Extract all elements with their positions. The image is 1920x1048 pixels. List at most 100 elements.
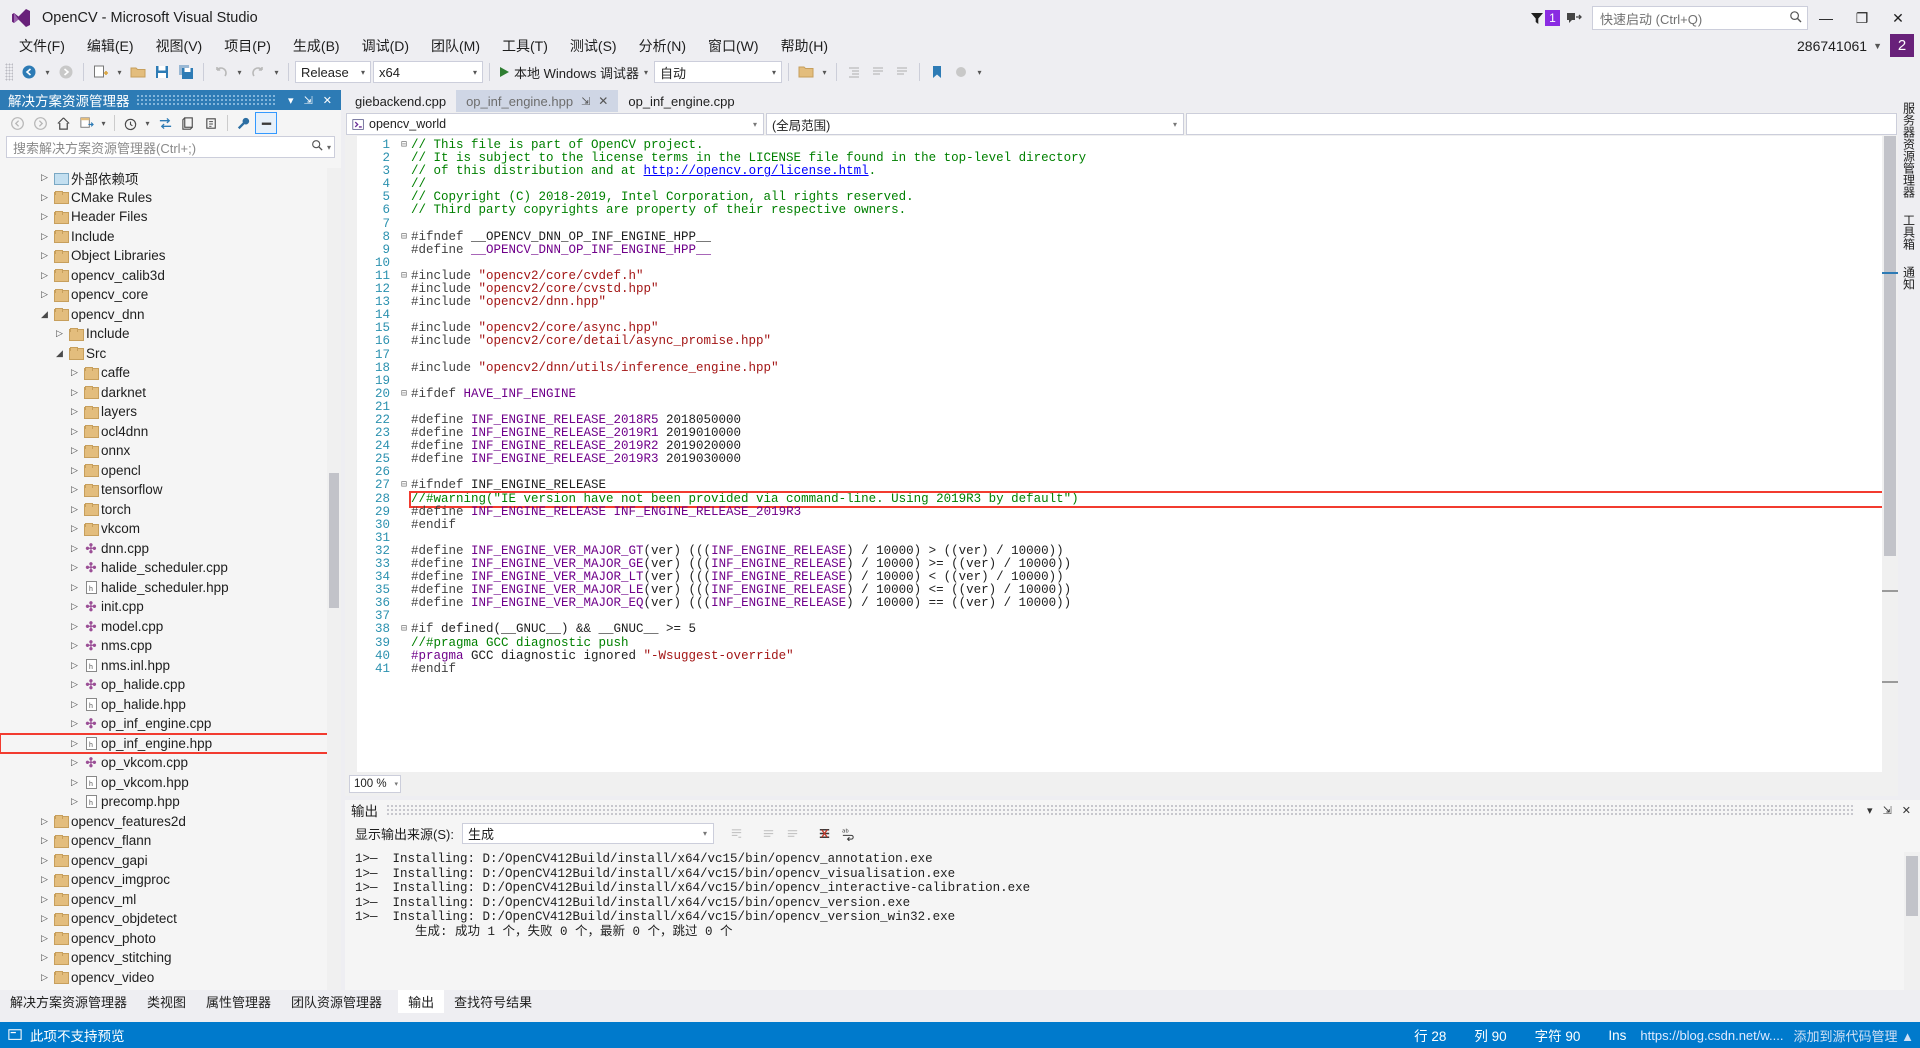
fold-marker-icon[interactable] (397, 466, 411, 479)
menu-debug[interactable]: 调试(D) (351, 34, 420, 58)
tree-node-tensorflow[interactable]: ▷ tensorflow (0, 480, 341, 500)
fold-marker-icon[interactable] (397, 152, 411, 165)
twisty-collapsed-icon[interactable]: ▷ (68, 621, 81, 632)
twisty-collapsed-icon[interactable]: ▷ (68, 640, 81, 651)
navigate-back-dropdown-icon[interactable]: ▾ (42, 61, 53, 83)
send-feedback-icon[interactable] (1566, 11, 1582, 25)
bottom-tab-solution-explorer[interactable]: 解决方案资源管理器 (0, 990, 137, 1013)
chevron-down-icon[interactable]: ▾ (358, 68, 368, 77)
fold-marker-icon[interactable] (397, 178, 411, 191)
undo-dropdown-icon[interactable]: ▾ (234, 61, 245, 83)
search-icon[interactable] (311, 139, 324, 155)
code-line-19[interactable]: 19 (345, 374, 1898, 388)
solution-explorer-scrollbar[interactable] (327, 168, 341, 990)
fold-marker-icon[interactable] (397, 362, 411, 375)
toggle-bookmark-icon[interactable] (926, 61, 948, 83)
avatar[interactable]: 2 (1890, 33, 1914, 58)
home-icon[interactable] (52, 112, 74, 134)
tree-node-opencv-photo[interactable]: ▷ opencv_photo (0, 929, 341, 949)
code-line-30[interactable]: 30 #endif (345, 518, 1898, 532)
navigate-back-icon[interactable] (18, 61, 40, 83)
twisty-collapsed-icon[interactable]: ▷ (38, 816, 51, 827)
menu-analyze[interactable]: 分析(N) (628, 34, 697, 58)
fold-marker-icon[interactable]: ⊟ (397, 623, 411, 636)
fold-marker-icon[interactable] (397, 218, 411, 231)
code-line-25[interactable]: 25 #define INF_ENGINE_RELEASE_2019R3 2019… (345, 453, 1898, 466)
tree-node-nms-inl-hpp[interactable]: ▷ h nms.inl.hpp (0, 656, 341, 676)
fold-marker-icon[interactable]: ⊟ (397, 139, 411, 152)
tree-node-opencv-video[interactable]: ▷ opencv_video (0, 968, 341, 988)
fold-marker-icon[interactable] (397, 309, 411, 322)
tree-node-model-cpp[interactable]: ▷ ✣ model.cpp (0, 617, 341, 637)
code-line-41[interactable]: 41 #endif (345, 662, 1898, 676)
twisty-collapsed-icon[interactable]: ▷ (38, 933, 51, 944)
output-source-selector[interactable]: 生成 ▾ (461, 822, 714, 844)
twisty-collapsed-icon[interactable]: ▷ (38, 231, 51, 242)
close-icon[interactable]: ✕ (598, 94, 608, 108)
redo-icon[interactable] (247, 61, 269, 83)
status-add-to-source-control[interactable]: 添加到源代码管理 ▲ (1794, 1026, 1920, 1045)
menu-project[interactable]: 项目(P) (213, 34, 282, 58)
solution-explorer-scroll-thumb[interactable] (329, 473, 339, 608)
editor-vertical-scrollbar[interactable] (1882, 136, 1898, 772)
breakpoints-dropdown-icon[interactable]: ▾ (974, 61, 985, 83)
undo-icon[interactable] (210, 61, 232, 83)
navigate-forward-icon[interactable] (55, 61, 77, 83)
twisty-expanded-icon[interactable]: ◢ (53, 348, 66, 359)
tree-node-opencv-flann[interactable]: ▷ opencv_flann (0, 831, 341, 851)
fold-marker-icon[interactable] (397, 637, 411, 650)
toolbar-extra-dropdown-icon[interactable]: ▾ (819, 61, 830, 83)
quick-launch-input[interactable]: 快速启动 (Ctrl+Q) (1592, 6, 1808, 30)
code-line-6[interactable]: 6 // Third party copyrights are property … (345, 204, 1898, 217)
twisty-collapsed-icon[interactable]: ▷ (38, 913, 51, 924)
back-icon[interactable] (6, 112, 28, 134)
fold-marker-icon[interactable] (397, 191, 411, 204)
twisty-collapsed-icon[interactable]: ▷ (68, 796, 81, 807)
tree-node-caffe[interactable]: ▷ caffe (0, 363, 341, 383)
tree-node-opencv-imgproc[interactable]: ▷ opencv_imgproc (0, 870, 341, 890)
project-scope-selector[interactable]: opencv_world ▾ (346, 113, 764, 135)
fold-marker-icon[interactable] (397, 349, 411, 362)
bottom-tab-property-manager[interactable]: 属性管理器 (196, 990, 281, 1013)
twisty-collapsed-icon[interactable]: ▷ (68, 562, 81, 573)
tree-node-opencv-gapi[interactable]: ▷ opencv_gapi (0, 851, 341, 871)
bottom-tab-team-explorer[interactable]: 团队资源管理器 (281, 990, 392, 1013)
tree-node-vkcom[interactable]: ▷ vkcom (0, 519, 341, 539)
fold-marker-icon[interactable]: ⊟ (397, 479, 411, 492)
tree-node-opencv-dnn[interactable]: ◢ opencv_dnn (0, 305, 341, 325)
chevron-down-icon[interactable]: ▾ (644, 68, 648, 77)
twisty-collapsed-icon[interactable]: ▷ (38, 972, 51, 983)
chevron-down-icon[interactable]: ▾ (394, 780, 398, 788)
tree-node-op-halide-cpp[interactable]: ▷ ✣ op_halide.cpp (0, 675, 341, 695)
new-project-icon[interactable] (90, 61, 112, 83)
sidebar-tab-server-explorer[interactable]: 服务器资源管理器 (1898, 96, 1920, 204)
code-text-area[interactable]: 1 ⊟// This file is part of OpenCV project… (345, 136, 1898, 772)
platform-selector[interactable]: x64 ▾ (373, 61, 483, 83)
chevron-down-icon[interactable]: ▾ (327, 143, 331, 152)
decrease-indent-icon[interactable] (843, 61, 865, 83)
menu-view[interactable]: 视图(V) (145, 34, 214, 58)
fold-marker-icon[interactable] (397, 493, 411, 506)
twisty-collapsed-icon[interactable]: ▷ (53, 328, 66, 339)
tree-node-object-libraries[interactable]: ▷ Object Libraries (0, 246, 341, 266)
twisty-collapsed-icon[interactable]: ▷ (38, 874, 51, 885)
menu-tools[interactable]: 工具(T) (491, 34, 559, 58)
fold-marker-icon[interactable] (397, 322, 411, 335)
tree-node-op-halide-hpp[interactable]: ▷ h op_halide.hpp (0, 695, 341, 715)
tree-node-darknet[interactable]: ▷ darknet (0, 383, 341, 403)
sync-with-active-document-icon[interactable] (154, 112, 176, 134)
tab-op-inf-engine-cpp[interactable]: op_inf_engine.cpp (618, 90, 745, 112)
collapse-all-icon[interactable] (200, 112, 222, 134)
solution-explorer-search-input[interactable]: 搜索解决方案资源管理器(Ctrl+;) ▾ (6, 136, 335, 158)
code-line-29[interactable]: 29 #define INF_ENGINE_RELEASE INF_ENGINE_… (345, 505, 1898, 519)
tab-giebackend-cpp[interactable]: giebackend.cpp (345, 90, 457, 112)
tree-node-cmake-rules[interactable]: ▷ CMake Rules (0, 188, 341, 208)
twisty-collapsed-icon[interactable]: ▷ (68, 426, 81, 437)
twisty-collapsed-icon[interactable]: ▷ (68, 699, 81, 710)
tree-node--[interactable]: ▷ 外部依赖项 (0, 168, 341, 188)
open-file-icon[interactable] (127, 61, 149, 83)
chevron-down-icon[interactable]: ▾ (283, 94, 299, 107)
bottom-tab-find-symbol-results[interactable]: 查找符号结果 (444, 990, 542, 1013)
tree-node-opencv-calib3d[interactable]: ▷ opencv_calib3d (0, 266, 341, 286)
editor-scroll-thumb[interactable] (1884, 136, 1896, 556)
